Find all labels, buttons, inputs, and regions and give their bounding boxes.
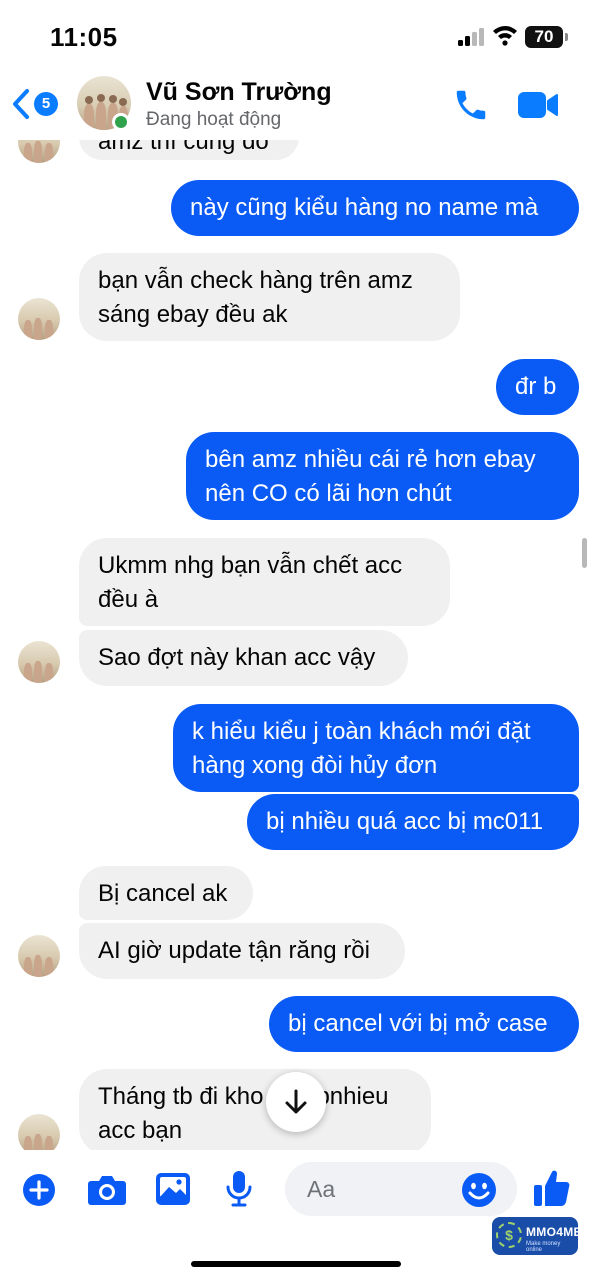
back-button[interactable]: 5 [10,84,58,124]
battery-indicator: 70 [525,26,568,48]
message-bubble-outgoing[interactable]: bên amz nhiều cái rẻ hơn ebay nên CO có … [186,432,579,520]
video-call-icon[interactable] [517,90,559,120]
photo-gallery-icon[interactable] [155,1172,191,1206]
message-text: amz thì cũng đó [98,140,269,155]
microphone-icon[interactable] [225,1170,253,1208]
message-bubble-outgoing[interactable]: bị nhiều quá acc bị mc011 [247,794,579,850]
watermark-subtext: Make money online [526,1241,561,1253]
message-text: đều à [98,586,159,613]
message-text: bị cancel với bị mở case [288,1010,548,1037]
cellular-signal-icon [458,28,486,46]
message-text: đr b [515,373,557,400]
message-text: Bị cancel ak [98,880,228,907]
watermark-text: MMO4ME [526,1225,582,1239]
scrollbar[interactable] [582,538,587,568]
watermark-logo: $ MMO4ME Make money online [492,1217,582,1255]
message-text: acc bạn [98,1117,183,1144]
message-text: sáng ebay đều ak [98,301,288,328]
thumbs-up-icon[interactable] [533,1168,571,1208]
message-bubble-outgoing[interactable]: này cũng kiểu hàng no name mà [171,180,579,236]
message-bubble-outgoing[interactable]: đr b [496,359,579,415]
emoji-icon[interactable] [461,1172,497,1208]
contact-avatar-small [18,641,60,683]
scroll-to-bottom-button[interactable] [266,1072,326,1132]
wifi-icon [493,26,517,46]
message-text: AI giờ update tận răng rồi [98,937,370,964]
online-status-dot [112,113,130,131]
message-bubble-incoming[interactable]: Tháng tb đi kho bnhieu acc bạn [79,1069,431,1150]
phone-call-icon[interactable] [452,86,490,124]
message-text: bạn vẫn check hàng trên amz [98,267,413,294]
chevron-left-icon [13,89,29,119]
contact-name[interactable]: Vũ Sơn Trường [146,78,332,107]
message-list[interactable]: amz thì cũng đó này cũng kiểu hàng no na… [0,140,591,1150]
message-text: Tháng tb đi kho [98,1083,264,1110]
message-text: bị nhiều quá acc bị mc011 [266,808,544,835]
message-bubble-outgoing[interactable]: bị cancel với bị mở case [269,996,579,1052]
home-indicator[interactable] [191,1261,401,1267]
contact-avatar-small [18,140,60,163]
message-text-trailing: bnhieu [316,1083,389,1110]
contact-avatar-small [18,935,60,977]
message-bubble-incoming[interactable]: Sao đợt này khan acc vậy [79,630,408,686]
contact-status: Đang hoạt động [146,109,282,130]
message-bubble-incoming[interactable]: AI giờ update tận răng rồi [79,923,405,979]
contact-avatar-small [18,1114,60,1150]
message-text: bên amz nhiều cái rẻ hơn ebay [205,446,536,473]
conversation-header: 5 Vũ Sơn Trường Đang hoạt động [0,70,591,140]
arrow-down-icon [285,1089,307,1114]
message-text: Sao đợt này khan acc vậy [98,644,376,671]
message-text: này cũng kiểu hàng no name mà [190,194,539,221]
message-bubble-incoming[interactable]: Ukmm nhg bạn vẫn chết acc đều à [79,538,450,626]
message-bubble-outgoing[interactable]: k hiểu kiểu j toàn khách mới đặt hàng xo… [173,704,579,792]
unread-count-badge: 5 [34,92,58,116]
plus-icon[interactable] [22,1173,56,1207]
watermark-icon: $ [496,1222,522,1248]
message-bubble-incoming[interactable]: Bị cancel ak [79,866,253,920]
contact-avatar-small [18,298,60,340]
message-bubble-incoming[interactable]: amz thì cũng đó [79,140,299,160]
message-bubble-incoming[interactable]: bạn vẫn check hàng trên amz sáng ebay đề… [79,253,460,341]
camera-icon[interactable] [87,1173,127,1207]
status-bar: 11:05 70 [0,0,591,70]
message-text: k hiểu kiểu j toàn khách mới đặt [192,718,531,745]
message-text: Ukmm nhg bạn vẫn chết acc [98,552,403,579]
message-text: hàng xong đòi hủy đơn [192,752,438,779]
status-time: 11:05 [50,22,118,52]
message-text: nên CO có lãi hơn chút [205,480,452,507]
